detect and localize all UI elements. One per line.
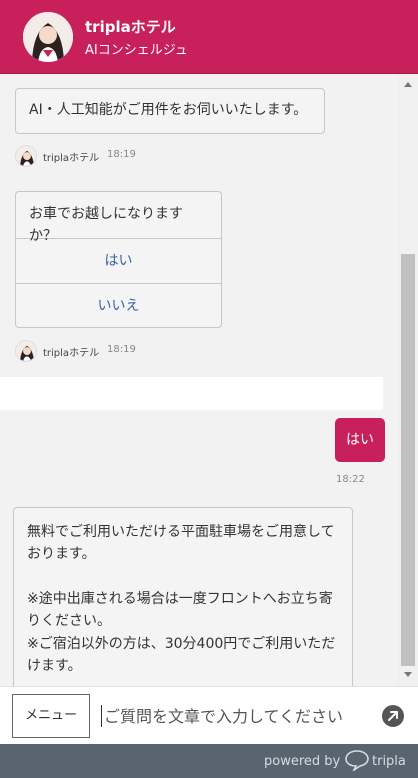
bot-message-text: AI・人工知能がご用件をお伺いいたします。 [29,102,308,118]
bot-subtitle: AIコンシェルジュ [85,43,188,58]
bot-question-card: お車でお越しになりますか？ はい いいえ [15,191,222,328]
option-no-button[interactable]: いいえ [16,283,221,327]
chat-input-bar: メニュー [0,686,418,744]
user-message-bubble: はい [335,418,385,462]
bot-question-text: お車でお越しになりますか？ [29,206,183,244]
menu-button[interactable]: メニュー [12,694,90,738]
chat-scrollbar[interactable] [398,74,418,686]
parking-note-text: ※途中出庫される場合は一度フロントへお立ち寄りください。 [27,590,333,630]
parking-fee-text: ※ご宿泊以外の方は、30分400円でご利用いただけます。 [27,635,336,674]
separator-band [0,377,383,410]
powered-by-text: powered by [264,754,341,769]
bot-name: triplaホテル [85,18,176,36]
parking-info-text: 無料でご利用いただける平面駐車場をご用意しております。 [27,524,335,563]
sender-name: triplaホテル [43,153,100,164]
scrollbar-thumb[interactable] [401,254,415,666]
tripla-brand-text: tripla [372,754,406,769]
message-meta: triplaホテル 18:19 [15,145,175,167]
message-time: 18:19 [107,344,136,355]
chat-log[interactable]: AI・人工知能がご用件をお伺いいたします。 triplaホテル 18:19 お車… [0,74,398,686]
message-time: 18:19 [107,149,136,160]
chat-header: triplaホテル AIコンシェルジュ [0,0,418,74]
bot-mini-avatar [15,145,37,167]
sender-name: triplaホテル [43,348,100,359]
bot-message-bubble: AI・人工知能がご用件をお伺いいたします。 [15,88,325,134]
powered-by-footer: powered by tripla [0,744,418,778]
scroll-up-icon[interactable] [404,82,412,87]
text-caret [101,705,102,727]
bot-mini-avatar [15,340,37,362]
send-arrow-icon [388,711,398,721]
message-input[interactable] [104,699,374,733]
message-meta: triplaホテル 18:19 [15,340,175,362]
scroll-down-icon[interactable] [404,672,412,677]
user-message-text: はい [346,432,374,448]
tripla-logo-icon [345,750,369,771]
bot-message-bubble: 無料でご利用いただける平面駐車場をご用意しております。 ※途中出庫される場合は一… [13,507,353,686]
bot-avatar [23,12,73,62]
chat-lane: AI・人工知能がご用件をお伺いいたします。 triplaホテル 18:19 お車… [0,74,398,686]
user-message-time: 18:22 [336,474,365,485]
send-button[interactable] [382,705,404,727]
